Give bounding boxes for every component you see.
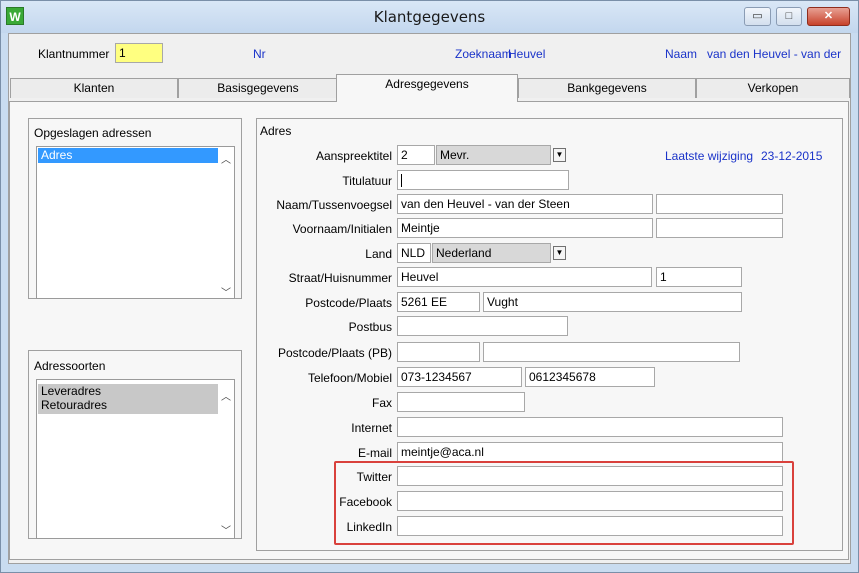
fax-label: Fax: [371, 396, 392, 410]
initialen-input[interactable]: [656, 218, 783, 238]
maximize-icon: □: [785, 10, 793, 22]
chevron-down-icon[interactable]: ▼: [553, 246, 566, 260]
postcode-pb-input[interactable]: [397, 342, 480, 362]
aanspreektitel-code-input[interactable]: 2: [397, 145, 435, 165]
aanspreektitel-label: Aanspreektitel: [315, 149, 392, 163]
internet-label: Internet: [351, 421, 392, 435]
tab-verkopen[interactable]: Verkopen: [696, 78, 850, 98]
postbus-label: Postbus: [348, 320, 392, 334]
scroll-up-icon[interactable]: ︿: [219, 388, 233, 403]
opgeslagen-title: Opgeslagen adressen: [34, 126, 152, 140]
postcode-input[interactable]: 5261 EE: [397, 292, 480, 312]
plaats-input[interactable]: Vught: [483, 292, 742, 312]
text-caret: [401, 174, 402, 188]
laatste-wijziging-label: Laatste wijziging: [665, 149, 754, 163]
window-title: Klantgegevens: [373, 8, 486, 26]
naam-value: van den Heuvel - van der: [707, 47, 842, 61]
tussenvoegsel-input[interactable]: [656, 194, 783, 214]
opgeslagen-list[interactable]: Adres ︿ ﹀: [36, 146, 235, 299]
tab-adresgegevens-label: Adresgegevens: [385, 77, 469, 91]
list-item-adres[interactable]: Adres: [38, 148, 218, 163]
adres-title: Adres: [260, 124, 292, 138]
tab-adresgegevens[interactable]: Adresgegevens: [336, 74, 518, 102]
adressoorten-title: Adressoorten: [34, 359, 106, 373]
scroll-up-icon[interactable]: ︿: [219, 151, 233, 166]
minimize-icon: ▭: [752, 10, 763, 22]
land-label: Land: [365, 247, 392, 261]
titulatuur-label: Titulatuur: [342, 174, 392, 188]
zoeknaam-label: Zoeknaam: [455, 47, 512, 61]
email-input[interactable]: meintje@aca.nl: [397, 442, 783, 462]
straat-input[interactable]: Heuvel: [397, 267, 652, 287]
window: W Klantgegevens ▭ □ ✕ Klantnummer 1 Nr Z…: [0, 0, 859, 573]
social-fields-highlight: [334, 461, 794, 545]
email-label: E-mail: [357, 446, 392, 460]
chevron-down-icon[interactable]: ▼: [553, 148, 566, 162]
naam-label: Naam: [665, 47, 698, 61]
tab-basisgegevens-label: Basisgegevens: [217, 81, 299, 95]
title-bar[interactable]: W Klantgegevens ▭ □ ✕: [1, 1, 858, 33]
telefoon-mobiel-label: Telefoon/Mobiel: [307, 371, 392, 385]
internet-input[interactable]: [397, 417, 783, 437]
tab-klanten-label: Klanten: [73, 81, 115, 95]
tab-bankgegevens-label: Bankgegevens: [567, 81, 647, 95]
zoeknaam-value: Heuvel: [508, 47, 546, 61]
land-select[interactable]: Nederland: [432, 243, 551, 263]
tab-klanten[interactable]: Klanten: [10, 78, 178, 98]
laatste-wijziging-value: 23-12-2015: [761, 149, 823, 163]
close-icon: ✕: [823, 10, 834, 22]
plaats-pb-input[interactable]: [483, 342, 740, 362]
fax-input[interactable]: [397, 392, 525, 412]
tab-basisgegevens[interactable]: Basisgegevens: [178, 78, 338, 98]
klantnummer-input[interactable]: 1: [115, 43, 163, 63]
naam-input[interactable]: van den Heuvel - van der Steen: [397, 194, 653, 214]
land-code-input[interactable]: NLD: [397, 243, 431, 263]
voornaam-input[interactable]: Meintje: [397, 218, 653, 238]
list-item-leveradres[interactable]: Leveradres: [41, 384, 218, 398]
aanspreektitel-select[interactable]: Mevr.: [436, 145, 551, 165]
telefoon-input[interactable]: 073-1234567: [397, 367, 522, 387]
minimize-button[interactable]: ▭: [744, 7, 771, 26]
scroll-down-icon[interactable]: ﹀: [219, 284, 233, 299]
tab-verkopen-label: Verkopen: [747, 81, 799, 95]
straat-huisnummer-label: Straat/Huisnummer: [288, 271, 392, 285]
mobiel-input[interactable]: 0612345678: [525, 367, 655, 387]
nr-label: Nr: [253, 47, 266, 61]
klantnummer-label: Klantnummer: [38, 47, 110, 61]
titulatuur-input[interactable]: [397, 170, 569, 190]
postcode-plaats-pb-label: Postcode/Plaats (PB): [277, 346, 392, 360]
naam-tussenvoegsel-label: Naam/Tussenvoegsel: [276, 198, 392, 212]
postbus-input[interactable]: [397, 316, 568, 336]
voornaam-initialen-label: Voornaam/Initialen: [292, 222, 392, 236]
adressoorten-list[interactable]: Leveradres Retouradres ︿ ﹀: [36, 379, 235, 539]
adressoorten-selection: Leveradres Retouradres: [38, 384, 218, 414]
huisnummer-input[interactable]: 1: [656, 267, 742, 287]
close-button[interactable]: ✕: [807, 7, 850, 26]
scroll-down-icon[interactable]: ﹀: [219, 522, 233, 537]
tab-bankgegevens[interactable]: Bankgegevens: [518, 78, 696, 98]
maximize-button[interactable]: □: [776, 7, 802, 26]
postcode-plaats-label: Postcode/Plaats: [305, 296, 392, 310]
list-item-retouradres[interactable]: Retouradres: [41, 398, 218, 412]
